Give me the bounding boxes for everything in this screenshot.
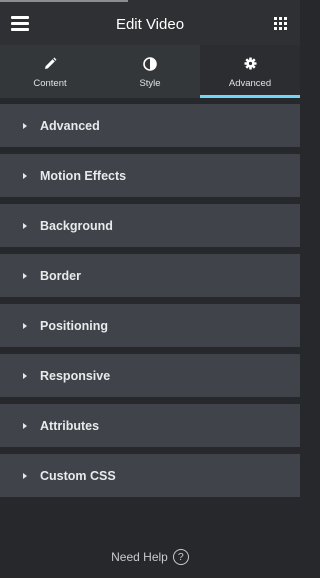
panel-header: Edit Video [0,3,300,45]
need-help-link[interactable]: Need Help [111,550,168,564]
section-advanced[interactable]: Advanced [0,104,300,147]
caret-right-icon [23,172,27,179]
widgets-grid-icon[interactable] [274,17,287,30]
section-label: Attributes [40,418,100,433]
caret-right-icon [23,272,27,279]
section-label: Positioning [40,318,109,333]
caret-right-icon [23,472,27,479]
section-responsive[interactable]: Responsive [0,354,300,397]
tab-style-label: Style [139,77,161,89]
caret-right-icon [23,422,27,429]
question-circle-icon[interactable]: ? [172,549,189,565]
tab-content[interactable]: Content [0,45,100,98]
section-background[interactable]: Background [0,204,300,247]
caret-right-icon [23,322,27,329]
section-label: Motion Effects [40,168,127,183]
section-label: Border [40,268,81,283]
editor-tabs: Content Style Advanced [0,45,300,98]
section-positioning[interactable]: Positioning [0,304,300,347]
tab-content-label: Content [33,77,67,89]
section-label: Background [40,218,113,233]
half-circle-icon [143,55,157,73]
section-label: Advanced [40,118,100,133]
section-attributes[interactable]: Attributes [0,404,300,447]
settings-sections: Advanced Motion Effects Background Borde… [0,104,300,504]
tab-advanced[interactable]: Advanced [200,45,300,98]
hamburger-menu-icon[interactable] [11,16,29,31]
section-custom-css[interactable]: Custom CSS [0,454,300,497]
need-help: Need Help ? [0,545,300,569]
caret-right-icon [23,222,27,229]
gear-icon [243,55,257,73]
tab-style[interactable]: Style [100,45,200,98]
caret-right-icon [23,122,27,129]
caret-right-icon [23,372,27,379]
section-border[interactable]: Border [0,254,300,297]
section-motion-effects[interactable]: Motion Effects [0,154,300,197]
tab-advanced-label: Advanced [228,77,272,89]
panel-title: Edit Video [115,15,185,33]
pencil-icon [43,55,57,73]
section-label: Custom CSS [40,468,116,483]
section-label: Responsive [40,368,111,383]
